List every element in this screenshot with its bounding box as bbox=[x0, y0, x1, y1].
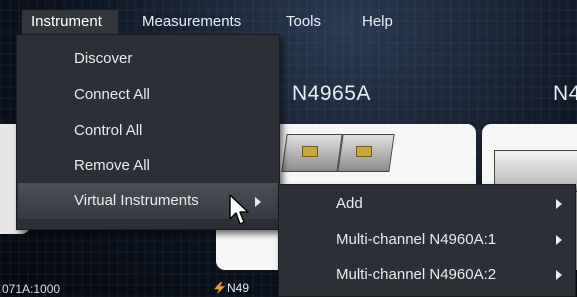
submenu-item-multichannel-1[interactable]: Multi-channel N4960A:1 bbox=[280, 223, 574, 257]
menu-item-remove-all[interactable]: Remove All bbox=[18, 148, 278, 184]
instrument-title-n4965a: N4965A bbox=[292, 82, 371, 105]
chevron-right-icon bbox=[556, 235, 562, 245]
menu-item-virtual-instruments-label: Virtual Instruments bbox=[74, 192, 199, 209]
submenu-item-multichannel-1-label: Multi-channel N4960A:1 bbox=[336, 231, 497, 248]
menu-help[interactable]: Help bbox=[353, 10, 402, 34]
virtual-instruments-submenu: Add Multi-channel N4960A:1 Multi-channel… bbox=[278, 184, 576, 297]
mouse-cursor-icon bbox=[229, 194, 249, 225]
chevron-right-icon bbox=[556, 199, 562, 209]
instrument-address: 071A:1000 bbox=[2, 282, 61, 296]
menu-item-discover[interactable]: Discover bbox=[18, 41, 278, 77]
chevron-right-icon bbox=[255, 197, 261, 207]
lightning-icon bbox=[214, 282, 225, 294]
menu-item-control-all[interactable]: Control All bbox=[18, 113, 278, 149]
menubar: Instrument Measurements Tools Help bbox=[0, 0, 577, 34]
submenu-item-add-label: Add bbox=[336, 195, 363, 212]
menu-tools[interactable]: Tools bbox=[277, 10, 330, 34]
instrument-title-partial: N4 bbox=[553, 82, 577, 105]
instrument-badge-label: N49 bbox=[227, 281, 250, 295]
menu-item-connect-all[interactable]: Connect All bbox=[18, 77, 278, 113]
menu-measurements[interactable]: Measurements bbox=[133, 10, 250, 34]
menu-instrument[interactable]: Instrument bbox=[22, 10, 118, 34]
submenu-item-multichannel-2[interactable]: Multi-channel N4960A:2 bbox=[280, 258, 574, 292]
instrument-badge: N49 bbox=[214, 281, 249, 295]
chevron-right-icon bbox=[556, 270, 562, 280]
submenu-item-add[interactable]: Add bbox=[280, 187, 574, 221]
submenu-item-multichannel-2-label: Multi-channel N4960A:2 bbox=[336, 266, 497, 283]
